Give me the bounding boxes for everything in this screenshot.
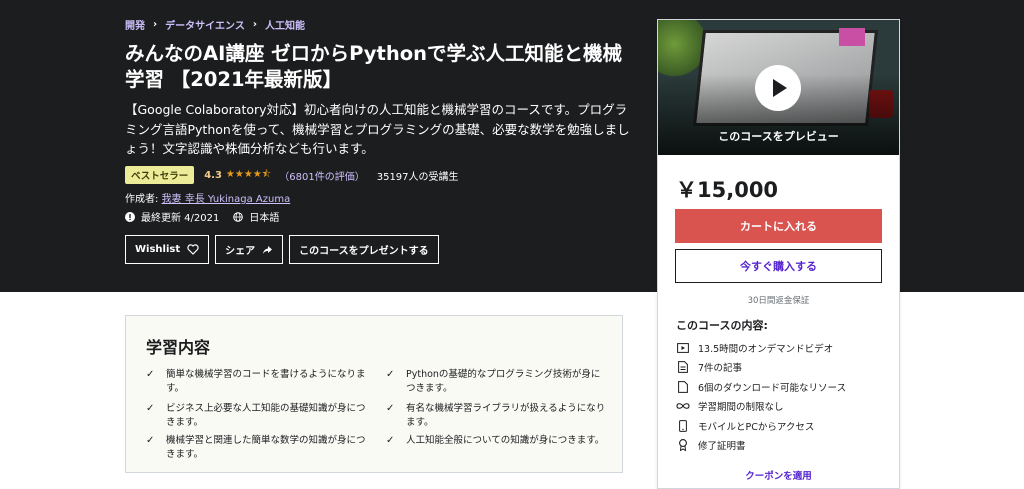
list-item: 13.5時間のオンデマンドビデオ — [676, 338, 846, 358]
mobile-icon — [676, 419, 690, 432]
purchase-sidebar: このコースをプレビュー ￥15,000 カートに入れる 今すぐ購入する 30日間… — [657, 19, 900, 489]
apply-coupon-link[interactable]: クーポンを適用 — [658, 468, 899, 482]
list-item: 修了証明書 — [676, 436, 846, 456]
play-icon[interactable] — [755, 65, 801, 111]
bestseller-badge: ベストセラー — [125, 166, 195, 184]
include-text: モバイルとPCからアクセス — [698, 421, 815, 433]
learn-item-text: 機械学習と関連した簡単な数学の知識が身につきます。 — [166, 435, 366, 460]
breadcrumb: 開発 › データサイエンス › 人工知能 — [125, 17, 305, 32]
breadcrumb-item-dev[interactable]: 開発 — [125, 17, 145, 32]
learn-item: ✓ ビジネス上必要な人工知能の基礎知識が身につきます。 — [146, 402, 366, 429]
check-icon: ✓ — [146, 435, 155, 446]
learn-title: 学習内容 — [146, 338, 211, 357]
breadcrumb-item-ai[interactable]: 人工知能 — [265, 17, 305, 32]
chevron-right-icon: › — [153, 19, 158, 30]
wishlist-button[interactable]: Wishlist — [125, 235, 210, 264]
wishlist-label: Wishlist — [135, 244, 181, 255]
course-title: みんなのAI講座 ゼロからPythonで学ぶ人工知能と機械学習 【2021年最新… — [125, 42, 622, 91]
learn-item-text: Pythonの基礎的なプログラミング技術が身につきます。 — [406, 369, 601, 394]
rating-count-link[interactable]: （6801件の評価） — [279, 168, 364, 183]
language: 日本語 — [249, 213, 280, 224]
rating-row: ベストセラー 4.3 ★★★★⯪ （6801件の評価） 35197人の受講生 — [125, 166, 459, 184]
author-link[interactable]: 我妻 幸長 Yukinaga Azuma — [162, 194, 291, 205]
infinity-icon — [676, 402, 690, 410]
breadcrumb-item-datascience[interactable]: データサイエンス — [165, 17, 245, 32]
check-icon: ✓ — [146, 369, 155, 380]
last-updated: 最終更新 4/2021 — [141, 213, 220, 224]
globe-icon — [233, 211, 244, 222]
download-icon — [676, 380, 690, 393]
buy-now-button[interactable]: 今すぐ購入する — [675, 249, 882, 283]
include-text: 6個のダウンロード可能なリソース — [698, 382, 847, 394]
video-icon — [676, 342, 690, 353]
heart-icon — [187, 244, 199, 255]
course-preview-video[interactable]: このコースをプレビュー — [658, 20, 899, 155]
certificate-icon — [676, 439, 690, 452]
action-buttons: Wishlist シェア このコースをプレゼントする — [125, 235, 445, 264]
rating-value: 4.3 — [204, 169, 222, 181]
include-text: 7件の記事 — [698, 363, 743, 375]
gift-course-button[interactable]: このコースをプレゼントする — [289, 235, 439, 264]
preview-label: このコースをプレビュー — [718, 130, 839, 143]
learn-item: ✓ 簡単な機械学習のコードを書けるようになります。 — [146, 368, 366, 395]
learn-item-text: 人工知能全般についての知識が身につきます。 — [406, 435, 605, 446]
check-icon: ✓ — [386, 435, 395, 446]
includes-list: 13.5時間のオンデマンドビデオ 7件の記事 6個のダウンロード可能なリソース … — [676, 338, 846, 455]
article-icon — [676, 361, 690, 374]
learn-item: ✓ 人工知能全般についての知識が身につきます。 — [386, 434, 606, 448]
list-item: モバイルとPCからアクセス — [676, 416, 846, 436]
learn-item: ✓ 機械学習と関連した簡単な数学の知識が身につきます。 — [146, 434, 366, 461]
learn-item: ✓ 有名な機械学習ライブラリが扱えるようになります。 — [386, 402, 606, 429]
check-icon: ✓ — [146, 403, 155, 414]
meta-row: 最終更新 4/2021 日本語 — [125, 209, 279, 224]
list-item: 7件の記事 — [676, 358, 846, 378]
chevron-right-icon: › — [252, 19, 257, 30]
include-text: 13.5時間のオンデマンドビデオ — [698, 343, 834, 355]
check-icon: ✓ — [386, 403, 395, 414]
include-text: 修了証明書 — [698, 441, 746, 453]
student-count: 35197人の受講生 — [376, 171, 459, 183]
what-you-learn-box: 学習内容 ✓ 簡単な機械学習のコードを書けるようになります。 ✓ Pythonの… — [125, 315, 623, 473]
author-prefix: 作成者: — [125, 194, 162, 205]
gift-label: このコースをプレゼントする — [299, 246, 429, 257]
share-label: シェア — [225, 246, 256, 257]
list-item: 6個のダウンロード可能なリソース — [676, 377, 846, 397]
alert-icon — [125, 211, 135, 222]
learn-item-text: ビジネス上必要な人工知能の基礎知識が身につきます。 — [166, 403, 366, 428]
list-item: 学習期間の制限なし — [676, 397, 846, 417]
learn-item-text: 簡単な機械学習のコードを書けるようになります。 — [166, 369, 366, 394]
share-icon — [262, 245, 273, 255]
course-subtitle: 【Google Colaboratory対応】初心者向けの人工知能と機械学習のコ… — [125, 102, 630, 156]
include-text: 学習期間の制限なし — [698, 402, 784, 414]
star-rating-icon: ★★★★⯪ — [225, 168, 272, 180]
course-price: ￥15,000 — [676, 178, 779, 202]
includes-title: このコースの内容: — [676, 319, 768, 332]
learn-item: ✓ Pythonの基礎的なプログラミング技術が身につきます。 — [386, 368, 606, 395]
check-icon: ✓ — [386, 369, 395, 380]
share-button[interactable]: シェア — [215, 235, 284, 264]
author-row: 作成者: 我妻 幸長 Yukinaga Azuma — [125, 190, 290, 205]
money-back-guarantee: 30日間返金保証 — [747, 296, 810, 306]
learn-item-text: 有名な機械学習ライブラリが扱えるようになります。 — [406, 403, 606, 428]
add-to-cart-button[interactable]: カートに入れる — [675, 209, 882, 243]
